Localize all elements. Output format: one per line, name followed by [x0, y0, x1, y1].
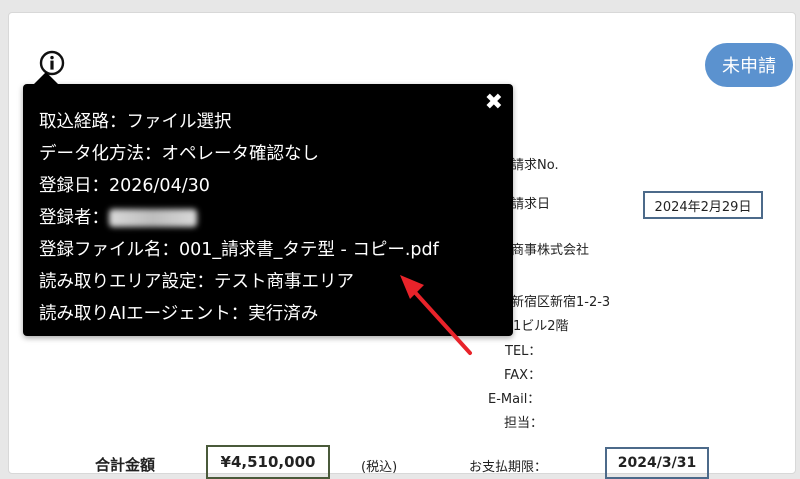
- close-icon[interactable]: ✖: [485, 92, 503, 114]
- tax-included-note: (税込): [361, 460, 398, 475]
- tooltip-line-import-route: 取込経路：ファイル選択: [39, 112, 232, 132]
- payment-due-label: お支払期限：: [469, 460, 548, 475]
- redacted-registrant-name: [109, 209, 197, 227]
- total-amount-label: 合計金額: [95, 456, 156, 474]
- invoice-date-field: 2024年2月29日: [643, 191, 763, 219]
- invoice-no-label: 請求No.: [511, 158, 559, 173]
- status-badge: 未申請: [705, 43, 793, 87]
- address-line2: 1ビル2階: [513, 319, 569, 334]
- payment-due-field: 2024/3/31: [605, 447, 709, 479]
- company-name: 商事株式会社: [511, 243, 590, 258]
- email-label: E-Mail：: [488, 392, 541, 407]
- red-arrow-annotation: [400, 275, 472, 355]
- contact-label: 担当：: [504, 416, 544, 431]
- fax-label: FAX：: [504, 368, 542, 383]
- tel-label: TEL：: [505, 344, 542, 359]
- total-amount-field: ¥4,510,000: [206, 445, 330, 479]
- address-line1: 新宿区新宿1-2-3: [511, 295, 611, 310]
- invoice-date-value: 2024年2月29日: [654, 199, 752, 215]
- tooltip-line-ai-agent: 読み取りAIエージェント：実行済み: [39, 304, 319, 324]
- tooltip-line-file-name: 登録ファイル名：001_請求書_タテ型 - コピー.pdf: [39, 240, 439, 260]
- tooltip-line-registrant: 登録者：: [39, 202, 439, 234]
- total-amount-value: ¥4,510,000: [220, 453, 316, 471]
- tooltip-line-registered-date: 登録日：2026/04/30: [39, 176, 210, 196]
- payment-due-value: 2024/3/31: [617, 455, 697, 471]
- tooltip-pointer: [34, 72, 58, 84]
- registrant-label: 登録者：: [39, 208, 109, 228]
- tooltip-line-digitization-method: データ化方法：オペレータ確認なし: [39, 144, 319, 164]
- invoice-date-label: 請求日: [511, 197, 551, 212]
- tooltip-line-read-area: 読み取りエリア設定：テスト商事エリア: [39, 272, 354, 292]
- tooltip-lines: 取込経路：ファイル選択 データ化方法：オペレータ確認なし 登録日：2026/04…: [39, 106, 439, 330]
